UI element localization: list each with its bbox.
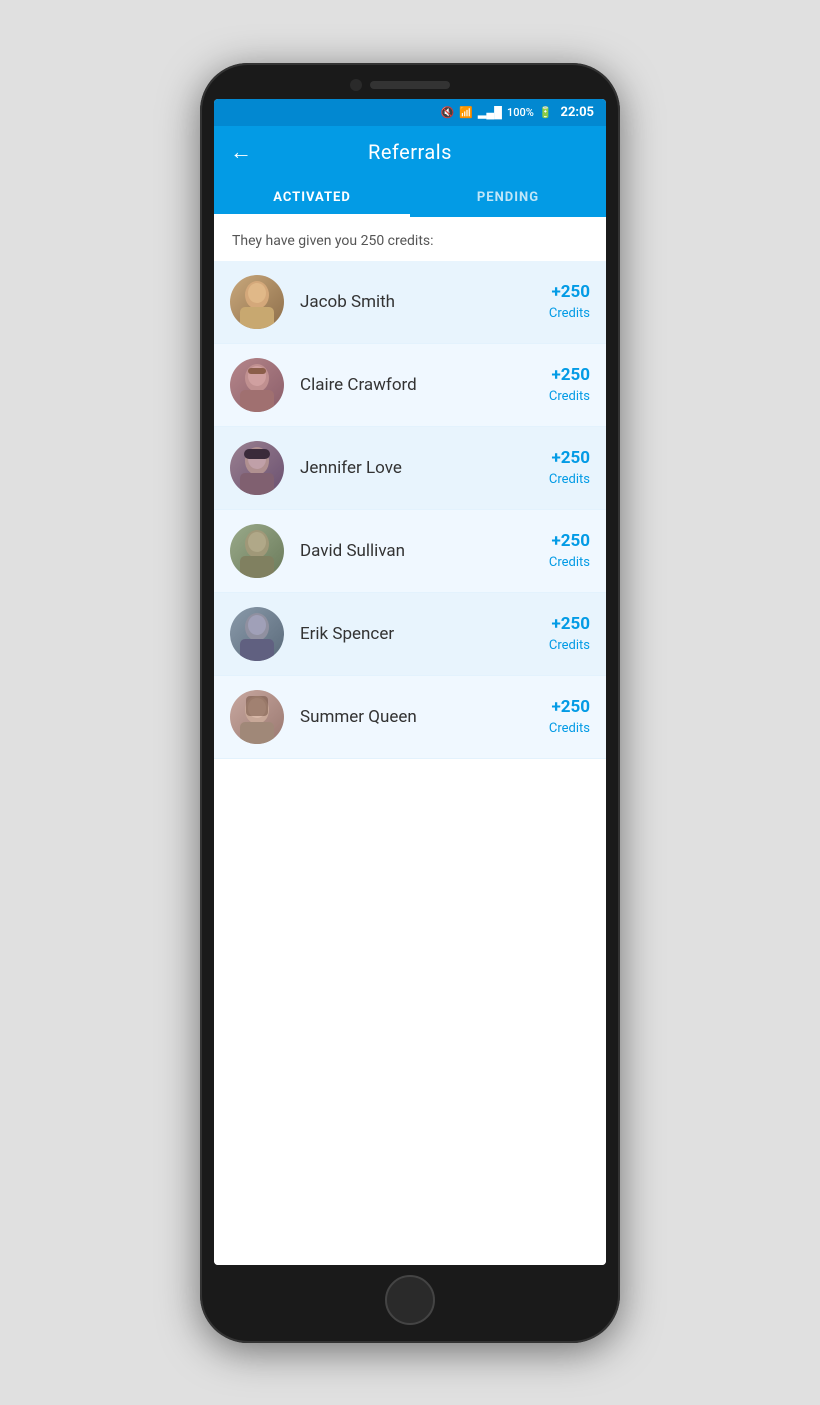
credits-label-summer: Credits (549, 721, 590, 736)
credits-number-summer: +250 (549, 697, 590, 717)
tab-bar: ACTIVATED PENDING (214, 178, 606, 217)
credits-number-jennifer: +250 (549, 448, 590, 468)
status-bar: 🔇 📶 ▂▄█ 100% 🔋 22:05 (214, 99, 606, 126)
avatar-claire (230, 358, 284, 412)
signal-icon: ▂▄█ (478, 106, 502, 119)
credits-david: +250 Credits (549, 531, 590, 570)
referral-list: Jacob Smith +250 Credits (214, 261, 606, 759)
referral-name-jennifer: Jennifer Love (300, 458, 549, 478)
avatar-david (230, 524, 284, 578)
battery-icon: 🔋 (539, 106, 553, 119)
credits-claire: +250 Credits (549, 365, 590, 404)
content-area: They have given you 250 credits: (214, 217, 606, 1265)
credits-label-erik: Credits (549, 638, 590, 653)
avatar-erik (230, 607, 284, 661)
credits-number-erik: +250 (549, 614, 590, 634)
back-button[interactable]: ← (230, 139, 252, 165)
credits-label-claire: Credits (549, 389, 590, 404)
mute-icon: 🔇 (440, 106, 454, 119)
top-bar: ← Referrals (214, 126, 606, 178)
tab-pending[interactable]: PENDING (410, 178, 606, 217)
credits-label-jacob: Credits (549, 306, 590, 321)
credits-number-jacob: +250 (549, 282, 590, 302)
credits-label-david: Credits (549, 555, 590, 570)
referral-item-claire[interactable]: Claire Crawford +250 Credits (214, 344, 606, 427)
credits-jennifer: +250 Credits (549, 448, 590, 487)
wifi-icon: 📶 (459, 106, 473, 119)
credits-summer: +250 Credits (549, 697, 590, 736)
avatar-summer (230, 690, 284, 744)
credits-erik: +250 Credits (549, 614, 590, 653)
referral-name-jacob: Jacob Smith (300, 292, 549, 312)
referral-name-erik: Erik Spencer (300, 624, 549, 644)
phone-speaker (370, 81, 450, 89)
referral-name-summer: Summer Queen (300, 707, 549, 727)
avatar-jacob (230, 275, 284, 329)
referral-item-summer[interactable]: Summer Queen +250 Credits (214, 676, 606, 759)
referral-item-erik[interactable]: Erik Spencer +250 Credits (214, 593, 606, 676)
credits-header: They have given you 250 credits: (214, 217, 606, 261)
tab-activated[interactable]: ACTIVATED (214, 178, 410, 217)
page-title: Referrals (368, 140, 452, 164)
referral-item-jacob[interactable]: Jacob Smith +250 Credits (214, 261, 606, 344)
credits-number-david: +250 (549, 531, 590, 551)
status-icons: 🔇 📶 ▂▄█ 100% 🔋 (440, 106, 552, 119)
battery-label: 100% (507, 106, 534, 119)
avatar-jennifer (230, 441, 284, 495)
home-button[interactable] (385, 1275, 435, 1325)
credits-label-jennifer: Credits (549, 472, 590, 487)
phone-screen: 🔇 📶 ▂▄█ 100% 🔋 22:05 ← Referrals ACTIVAT… (214, 99, 606, 1265)
referral-item-jennifer[interactable]: Jennifer Love +250 Credits (214, 427, 606, 510)
phone-outer: 🔇 📶 ▂▄█ 100% 🔋 22:05 ← Referrals ACTIVAT… (200, 63, 620, 1343)
referral-item-david[interactable]: David Sullivan +250 Credits (214, 510, 606, 593)
referral-name-claire: Claire Crawford (300, 375, 549, 395)
referral-name-david: David Sullivan (300, 541, 549, 561)
credits-number-claire: +250 (549, 365, 590, 385)
credits-jacob: +250 Credits (549, 282, 590, 321)
status-time: 22:05 (561, 105, 595, 120)
